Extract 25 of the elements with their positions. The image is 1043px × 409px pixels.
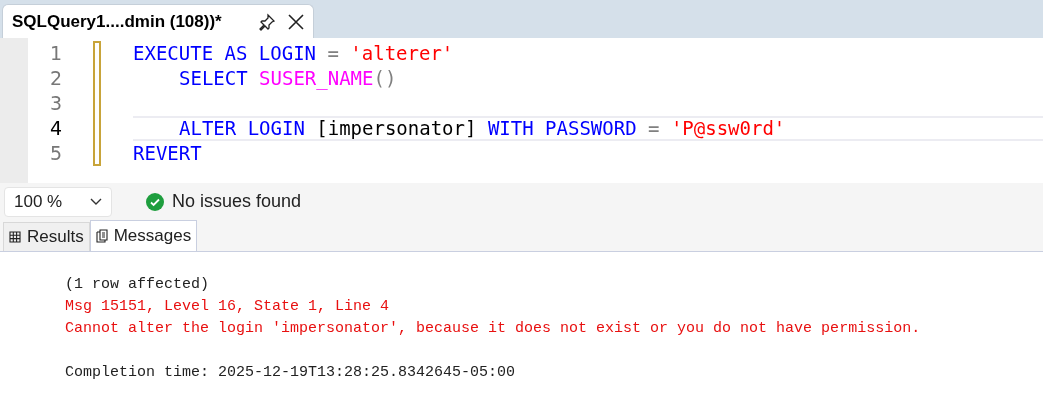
message-line: (1 row affected) (65, 275, 211, 295)
error-message: Cannot alter the login 'impersonator', because it does not exist or you do not have permission. (65, 319, 922, 339)
line-number: 5 (49, 141, 62, 167)
result-tab[interactable]: Messages (89, 220, 198, 251)
message-line: Completion time: 2025-12-19T13:28:25.8342645-05:00 (65, 363, 517, 383)
error-message: Msg 15151, Level 16, State 1, Line 4 (65, 297, 391, 317)
code-line: ALTER LOGIN [impersonator] WITH PASSWORD = 'P@ssw0rd' (179, 116, 786, 142)
grid-icon (9, 231, 21, 243)
close-icon[interactable] (288, 13, 304, 30)
check-circle-icon (146, 192, 164, 211)
status-text: No issues found (172, 190, 302, 213)
code-line: REVERT (133, 141, 202, 167)
chevron-down-icon (90, 197, 102, 206)
code-line: EXECUTE AS LOGIN = 'alterer' (133, 41, 454, 67)
pin-icon[interactable] (258, 12, 276, 31)
document-icon (95, 229, 108, 243)
line-number: 3 (49, 91, 62, 117)
line-number: 4 (49, 116, 62, 142)
zoom-dropdown[interactable]: 100 % (4, 186, 112, 217)
document-tab[interactable]: SQLQuery1....dmin (108))* (2, 4, 314, 38)
line-number: 2 (49, 66, 62, 92)
result-tab[interactable]: Results (3, 222, 90, 251)
tab-title: SQLQuery1....dmin (108))* (12, 10, 222, 33)
line-number: 1 (49, 41, 62, 67)
code-line: SELECT SUSER_NAME() (179, 66, 397, 92)
